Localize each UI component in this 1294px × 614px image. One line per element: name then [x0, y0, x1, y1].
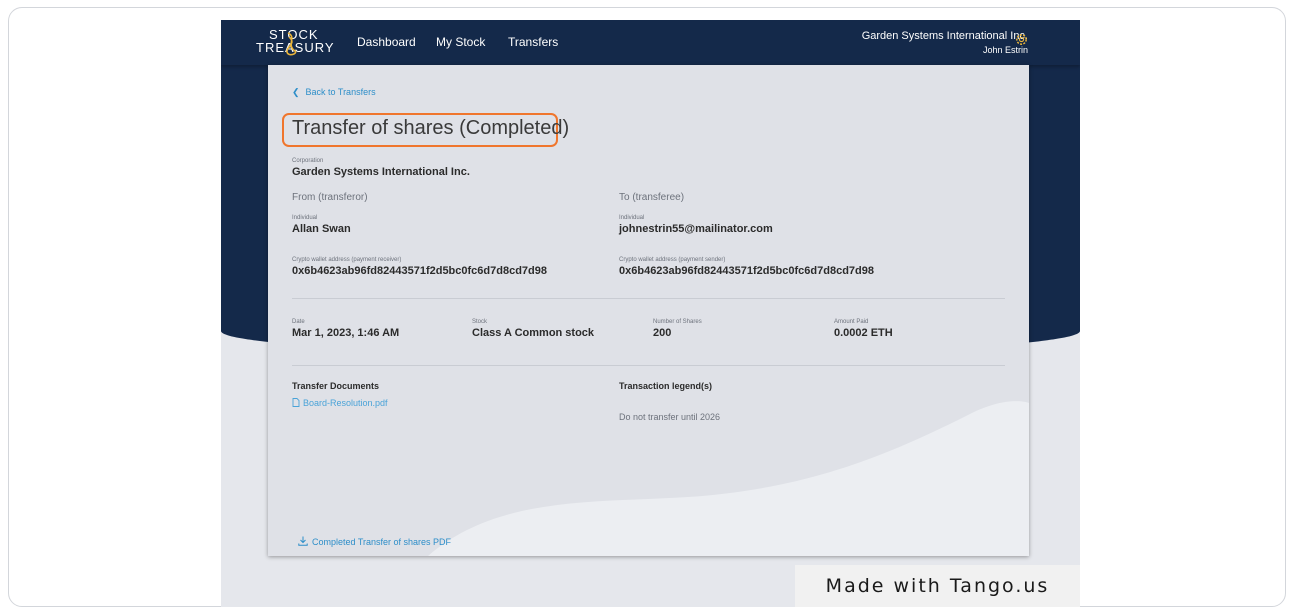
top-navigation-bar: STOCK TREASURY Dashboard My Stock Transf… — [221, 20, 1080, 65]
transaction-legend-item: Do not transfer until 2026 — [619, 412, 721, 422]
amount-paid-label: Amount Paid — [834, 319, 869, 325]
stock-label: Stock — [472, 319, 488, 325]
transaction-legends-heading: Transaction legend(s) — [619, 381, 713, 391]
from-wallet-address: 0x6b4623ab96fd82443571f2d5bc0fc6d7d8cd7d… — [292, 265, 547, 277]
to-type-label: Individual — [619, 215, 645, 221]
transfer-detail-card: ❮ Back to Transfers Transfer of shares (C… — [268, 65, 1029, 556]
from-name: Allan Swan — [292, 223, 351, 235]
divider — [292, 365, 1005, 366]
from-wallet-label: Crypto wallet address (payment receiver) — [292, 257, 402, 263]
to-wallet-label: Crypto wallet address (payment sender) — [619, 257, 726, 263]
corporation-label: Corporation — [292, 158, 324, 164]
app-window: STOCK TREASURY Dashboard My Stock Transf… — [221, 20, 1080, 607]
date-label: Date — [292, 319, 305, 325]
shares-value: 200 — [653, 327, 672, 339]
to-heading: To (transferee) — [619, 192, 685, 203]
file-icon — [292, 398, 300, 407]
to-name: johnestrin55@mailinator.com — [619, 223, 773, 235]
stock-value: Class A Common stock — [472, 327, 595, 339]
nav-my-stock[interactable]: My Stock — [436, 35, 485, 49]
nav-transfers[interactable]: Transfers — [508, 35, 558, 49]
divider — [292, 298, 1005, 299]
page-title: Transfer of shares (Completed) — [292, 117, 570, 139]
gear-icon[interactable] — [1014, 32, 1029, 47]
to-wallet-address: 0x6b4623ab96fd82443571f2d5bc0fc6d7d8cd7d… — [619, 265, 874, 277]
download-link-label: Completed Transfer of shares PDF — [312, 537, 452, 547]
from-type-label: Individual — [292, 215, 318, 221]
download-completed-pdf-link[interactable]: Completed Transfer of shares PDF — [298, 536, 451, 547]
chevron-left-icon: ❮ — [292, 87, 300, 97]
download-icon — [298, 536, 308, 546]
organization-name: Garden Systems International Inc. — [861, 30, 1028, 42]
transfer-documents-heading: Transfer Documents — [292, 381, 380, 391]
stock-treasury-logo[interactable]: STOCK TREASURY — [256, 27, 334, 59]
shares-label: Number of Shares — [653, 319, 702, 325]
from-heading: From (transferor) — [292, 192, 368, 203]
logo-knot-icon — [286, 32, 297, 56]
back-link-label: Back to Transfers — [305, 87, 376, 97]
back-to-transfers-link[interactable]: ❮ Back to Transfers — [292, 87, 376, 98]
document-link[interactable]: Board-Resolution.pdf — [292, 398, 388, 408]
date-value: Mar 1, 2023, 1:46 AM — [292, 327, 400, 339]
tango-watermark: Made with Tango.us — [795, 565, 1080, 607]
amount-paid-value: 0.0002 ETH — [834, 327, 893, 339]
corporation-value: Garden Systems International Inc. — [292, 166, 470, 178]
nav-dashboard[interactable]: Dashboard — [357, 35, 416, 49]
document-name: Board-Resolution.pdf — [303, 398, 388, 408]
